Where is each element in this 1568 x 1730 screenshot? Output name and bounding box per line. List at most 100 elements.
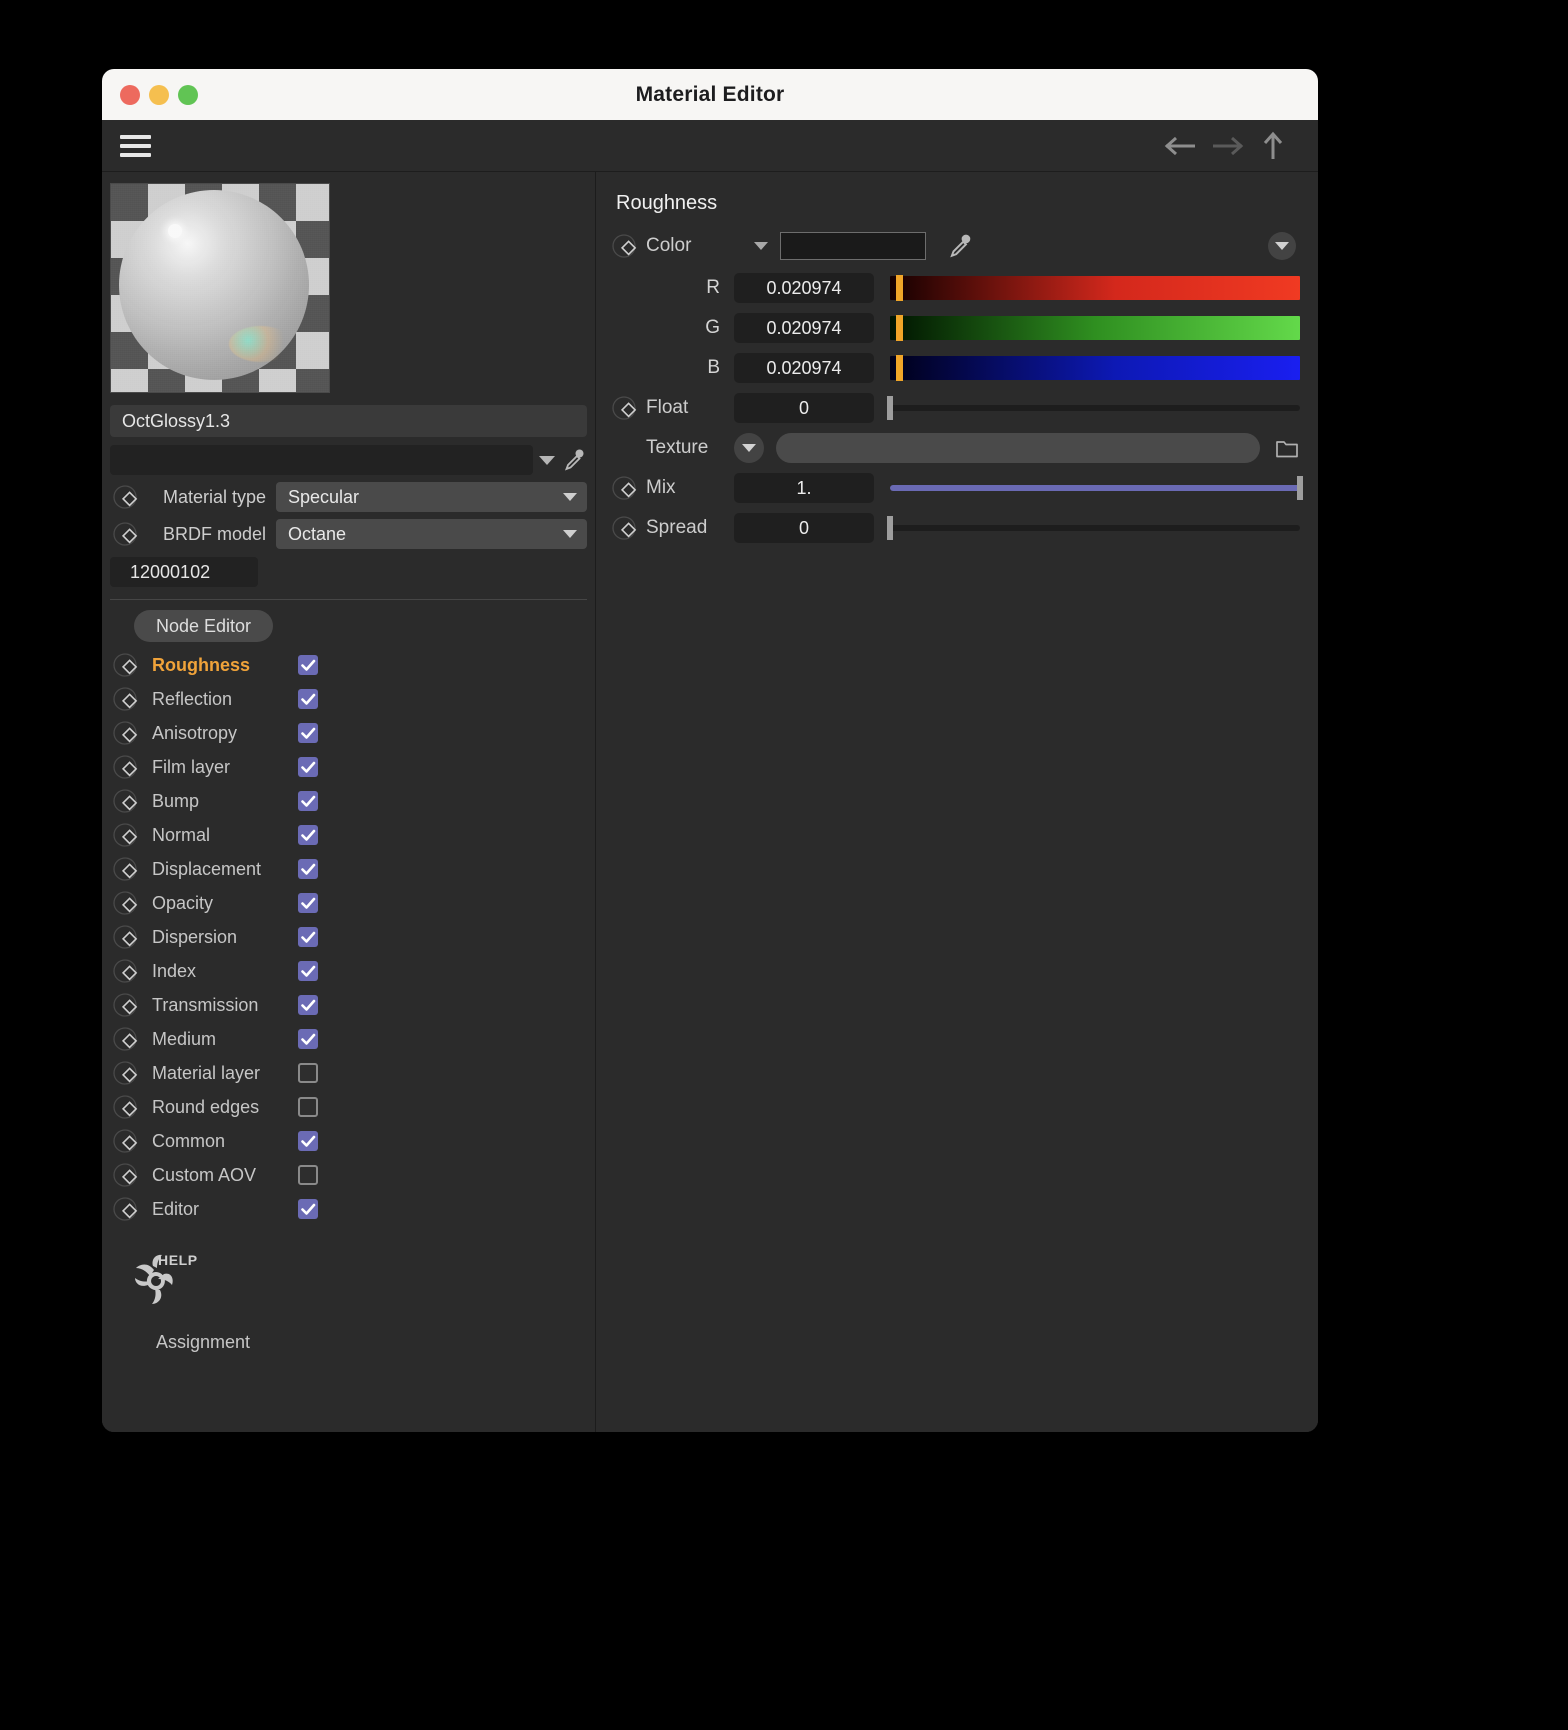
folder-icon[interactable]: [1270, 433, 1304, 463]
channel-slider-r[interactable]: [890, 275, 1300, 301]
diamond-icon[interactable]: [110, 786, 140, 816]
node-item-transmission[interactable]: Transmission: [110, 988, 587, 1022]
diamond-icon[interactable]: [110, 1024, 140, 1054]
channel-input-g[interactable]: 0.020974: [734, 313, 874, 343]
brdf-model-select[interactable]: Octane: [276, 519, 587, 549]
node-item-round-edges[interactable]: Round edges: [110, 1090, 587, 1124]
diamond-icon[interactable]: [110, 752, 140, 782]
node-item-checkbox[interactable]: [298, 1063, 318, 1083]
node-item-checkbox[interactable]: [298, 825, 318, 845]
maximize-button[interactable]: [178, 84, 198, 105]
diamond-icon[interactable]: [110, 990, 140, 1020]
texture-input[interactable]: [776, 433, 1260, 463]
diamond-icon[interactable]: [608, 392, 640, 424]
material-preview[interactable]: [110, 183, 330, 393]
diamond-icon[interactable]: [110, 888, 140, 918]
node-item-checkbox[interactable]: [298, 1199, 318, 1219]
assignment-label[interactable]: Assignment: [110, 1332, 587, 1353]
chevron-down-icon[interactable]: [734, 433, 764, 463]
tab-node-editor[interactable]: Node Editor: [134, 610, 274, 642]
material-preset-input[interactable]: [110, 445, 533, 475]
mix-slider-handle[interactable]: [1297, 476, 1303, 500]
color-swatch[interactable]: [780, 232, 926, 260]
chevron-down-icon[interactable]: [748, 242, 774, 250]
node-item-bump[interactable]: Bump: [110, 784, 587, 818]
node-item-opacity[interactable]: Opacity: [110, 886, 587, 920]
node-item-checkbox[interactable]: [298, 1131, 318, 1151]
diamond-icon[interactable]: [110, 1160, 140, 1190]
node-item-normal[interactable]: Normal: [110, 818, 587, 852]
diamond-icon[interactable]: [110, 854, 140, 884]
diamond-icon[interactable]: [110, 956, 140, 986]
diamond-icon[interactable]: [110, 820, 140, 850]
channel-slider-handle[interactable]: [895, 355, 903, 381]
node-item-checkbox[interactable]: [298, 859, 318, 879]
spread-slider[interactable]: [887, 516, 1300, 540]
node-item-checkbox[interactable]: [298, 757, 318, 777]
node-item-checkbox[interactable]: [298, 1165, 318, 1185]
node-item-checkbox[interactable]: [298, 1097, 318, 1117]
channel-slider-b[interactable]: [890, 355, 1300, 381]
eyedropper-icon[interactable]: [561, 446, 587, 474]
diamond-icon[interactable]: [110, 1194, 140, 1224]
diamond-icon[interactable]: [110, 684, 140, 714]
color-mode-dropdown[interactable]: [1268, 232, 1296, 260]
material-type-select[interactable]: Specular: [276, 482, 587, 512]
eyedropper-icon[interactable]: [946, 231, 974, 261]
channel-input-b[interactable]: 0.020974: [734, 353, 874, 383]
node-item-checkbox[interactable]: [298, 689, 318, 709]
close-button[interactable]: [120, 84, 140, 105]
channel-input-r[interactable]: 0.020974: [734, 273, 874, 303]
float-slider[interactable]: [887, 396, 1300, 420]
node-item-dispersion[interactable]: Dispersion: [110, 920, 587, 954]
arrow-right-icon[interactable]: [1206, 127, 1248, 165]
mix-slider[interactable]: [890, 476, 1303, 500]
diamond-icon[interactable]: [110, 1092, 140, 1122]
channel-slider-handle[interactable]: [895, 315, 903, 341]
node-item-editor[interactable]: Editor: [110, 1192, 587, 1226]
material-id-input[interactable]: 12000102: [110, 557, 258, 587]
node-item-material-layer[interactable]: Material layer: [110, 1056, 587, 1090]
node-item-film-layer[interactable]: Film layer: [110, 750, 587, 784]
diamond-icon[interactable]: [608, 512, 640, 544]
node-item-checkbox[interactable]: [298, 1029, 318, 1049]
diamond-icon[interactable]: [110, 922, 140, 952]
node-item-custom-aov[interactable]: Custom AOV: [110, 1158, 587, 1192]
node-item-roughness[interactable]: Roughness: [110, 648, 587, 682]
node-item-checkbox[interactable]: [298, 791, 318, 811]
float-slider-handle[interactable]: [887, 396, 893, 420]
diamond-icon[interactable]: [608, 230, 640, 262]
chevron-down-icon[interactable]: [539, 455, 555, 465]
arrow-left-icon[interactable]: [1160, 127, 1202, 165]
diamond-icon[interactable]: [110, 1126, 140, 1156]
node-item-checkbox[interactable]: [298, 723, 318, 743]
node-item-common[interactable]: Common: [110, 1124, 587, 1158]
channel-slider-handle[interactable]: [895, 275, 903, 301]
diamond-icon[interactable]: [110, 1058, 140, 1088]
help-block[interactable]: HELP: [110, 1252, 587, 1314]
diamond-icon[interactable]: [110, 650, 140, 680]
material-name-input[interactable]: OctGlossy1.3: [110, 405, 587, 437]
channel-slider-g[interactable]: [890, 315, 1300, 341]
spread-input[interactable]: 0: [734, 513, 874, 543]
mix-input[interactable]: 1.: [734, 473, 874, 503]
node-item-checkbox[interactable]: [298, 927, 318, 947]
diamond-icon[interactable]: [110, 718, 140, 748]
node-item-reflection[interactable]: Reflection: [110, 682, 587, 716]
diamond-icon[interactable]: [110, 482, 140, 512]
minimize-button[interactable]: [149, 84, 169, 105]
float-input[interactable]: 0: [734, 393, 874, 423]
spread-slider-handle[interactable]: [887, 516, 893, 540]
node-item-medium[interactable]: Medium: [110, 1022, 587, 1056]
hamburger-menu-icon[interactable]: [120, 134, 151, 157]
node-item-checkbox[interactable]: [298, 893, 318, 913]
diamond-icon[interactable]: [110, 519, 140, 549]
diamond-icon[interactable]: [608, 472, 640, 504]
node-item-anisotropy[interactable]: Anisotropy: [110, 716, 587, 750]
arrow-up-icon[interactable]: [1252, 127, 1294, 165]
node-item-displacement[interactable]: Displacement: [110, 852, 587, 886]
node-item-checkbox[interactable]: [298, 655, 318, 675]
node-item-checkbox[interactable]: [298, 961, 318, 981]
node-item-index[interactable]: Index: [110, 954, 587, 988]
node-item-checkbox[interactable]: [298, 995, 318, 1015]
